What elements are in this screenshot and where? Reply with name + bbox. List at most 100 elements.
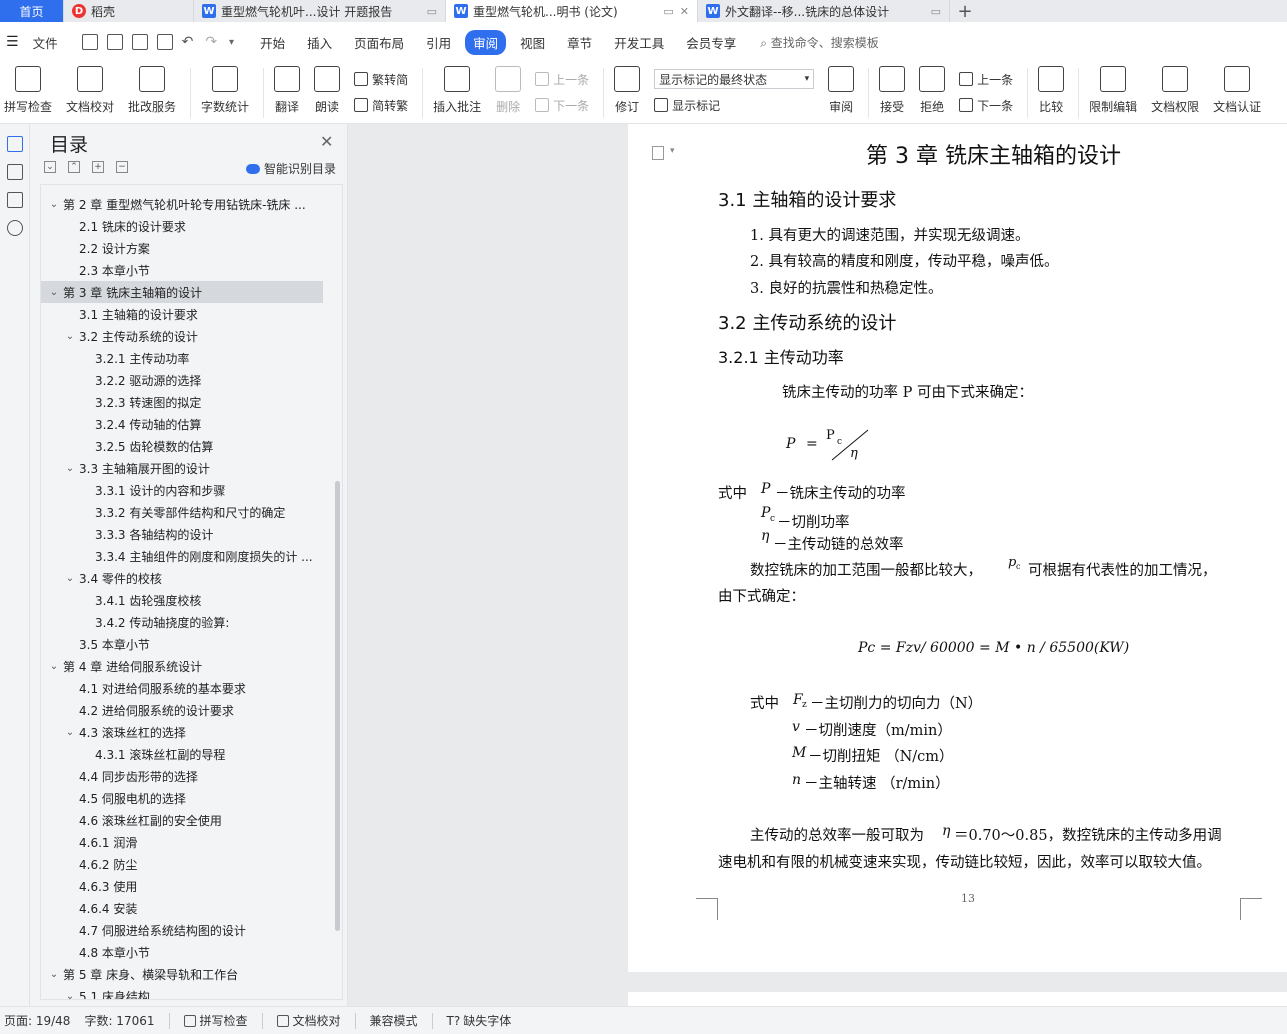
tab-document-active[interactable]: W 重型燃气轮机...明书 (论文) ▭ ✕	[446, 0, 698, 22]
toc-item[interactable]: ⌄ 第 3 章 铣床主轴箱的设计	[41, 281, 323, 303]
toc-item[interactable]: 4.6 滚珠丝杠副的安全使用	[41, 809, 323, 831]
menu-developer[interactable]: 开发工具	[606, 30, 672, 55]
insert-comment-button[interactable]: 插入批注	[433, 62, 481, 115]
expand-chevron-icon[interactable]: ⌄	[63, 727, 77, 738]
toc-item[interactable]: ⌄ 第 2 章 重型燃气轮机叶轮专用钻铣床-铣床 ...	[41, 193, 323, 215]
toc-item[interactable]: 3.2.4 传动轴的估算	[41, 413, 323, 435]
compat-mode[interactable]: 兼容模式	[370, 1012, 418, 1029]
menu-review[interactable]: 审阅	[465, 29, 507, 55]
toc-item[interactable]: 4.1 对进给伺服系统的基本要求	[41, 677, 323, 699]
doc-permission-button[interactable]: 文档权限	[1151, 62, 1199, 115]
toc-item[interactable]: 3.3.2 有关零部件结构和尺寸的确定	[41, 501, 323, 523]
status-spellcheck-button[interactable]: 拼写检查	[183, 1012, 248, 1029]
accept-button[interactable]: 接受	[879, 62, 906, 115]
tab-docer[interactable]: D 稻壳	[64, 0, 194, 22]
toc-item[interactable]: ⌄ 第 5 章 床身、横梁导轨和工作台	[41, 963, 323, 985]
next-change-button[interactable]: 下一条	[959, 92, 1013, 118]
save-icon[interactable]	[81, 34, 98, 50]
smart-toc-button[interactable]: 智能识别目录	[246, 160, 336, 177]
page-indicator[interactable]: 页面: 19/48	[4, 1012, 70, 1029]
toc-item[interactable]: 2.2 设计方案	[41, 237, 323, 259]
review-pane-button[interactable]: 审阅	[828, 62, 855, 115]
redo-icon[interactable]: ↷	[205, 34, 217, 50]
toc-item[interactable]: 4.6.1 润滑	[41, 831, 323, 853]
next-comment-button[interactable]: 下一条	[535, 92, 589, 118]
toc-item[interactable]: 2.1 铣床的设计要求	[41, 215, 323, 237]
hamburger-icon[interactable]: ☰	[6, 34, 19, 50]
remove-heading-icon[interactable]: −	[116, 161, 128, 173]
command-search[interactable]: ⌕ 查找命令、搜索模板	[760, 34, 879, 51]
toc-item[interactable]: 3.3.4 主轴组件的刚度和刚度损失的计 ...	[41, 545, 323, 567]
annotate-service-button[interactable]: 批改服务	[128, 62, 176, 115]
expand-chevron-icon[interactable]: ⌄	[47, 969, 61, 980]
close-tab-icon[interactable]: ✕	[680, 5, 689, 18]
spellcheck-button[interactable]: 拼写检查	[4, 62, 52, 115]
undo-icon[interactable]: ↶	[182, 34, 194, 50]
doc-cert-button[interactable]: 文档认证	[1213, 62, 1261, 115]
toc-item[interactable]: 4.4 同步齿形带的选择	[41, 765, 323, 787]
add-heading-icon[interactable]: +	[92, 161, 104, 173]
compare-button[interactable]: 比较	[1038, 62, 1065, 115]
missing-font-button[interactable]: T? 缺失字体	[447, 1012, 512, 1029]
toc-item[interactable]: 4.7 伺服进给系统结构图的设计	[41, 919, 323, 941]
toc-item[interactable]: ⌄ 3.4 零件的校核	[41, 567, 323, 589]
chevron-down-icon[interactable]: ▾	[229, 37, 234, 48]
close-icon[interactable]: ✕	[320, 132, 333, 151]
collapse-all-icon[interactable]: ⌃	[68, 161, 80, 173]
print-icon[interactable]	[131, 34, 148, 50]
export-icon[interactable]	[106, 34, 123, 50]
toc-item[interactable]: 3.2.5 齿轮模数的估算	[41, 435, 323, 457]
wordcount-button[interactable]: 字数统计	[201, 62, 249, 115]
toc-item[interactable]: 4.5 伺服电机的选择	[41, 787, 323, 809]
revise-button[interactable]: 修订	[614, 62, 641, 115]
toc-item[interactable]: ⌄ 3.2 主传动系统的设计	[41, 325, 323, 347]
chapter-nav-icon[interactable]	[6, 164, 23, 180]
translate-button[interactable]: 翻译	[274, 62, 301, 115]
tab-document-3[interactable]: W 外文翻译--移...铣床的总体设计 ▭	[698, 0, 950, 22]
toc-item[interactable]: 3.2.1 主传动功率	[41, 347, 323, 369]
menu-start[interactable]: 开始	[252, 30, 293, 55]
tab-screen-icon[interactable]: ▭	[931, 5, 941, 18]
toc-item[interactable]: 4.2 进给伺服系统的设计要求	[41, 699, 323, 721]
menu-layout[interactable]: 页面布局	[346, 30, 412, 55]
toc-item[interactable]: ⌄ 5.1 床身结构	[41, 985, 323, 1000]
toc-item[interactable]: 3.2.3 转速图的拟定	[41, 391, 323, 413]
restrict-edit-button[interactable]: 限制编辑	[1089, 62, 1137, 115]
menu-references[interactable]: 引用	[418, 30, 459, 55]
toc-item[interactable]: 4.6.2 防尘	[41, 853, 323, 875]
file-menu[interactable]: 文件	[25, 30, 66, 55]
toc-item[interactable]: 3.3.3 各轴结构的设计	[41, 523, 323, 545]
toc-item[interactable]: ⌄ 3.3 主轴箱展开图的设计	[41, 457, 323, 479]
toc-panel-icon[interactable]	[6, 136, 23, 152]
toc-item[interactable]: 2.3 本章小节	[41, 259, 323, 281]
expand-chevron-icon[interactable]: ⌄	[47, 287, 61, 298]
expand-chevron-icon[interactable]: ⌄	[63, 573, 77, 584]
document-viewport[interactable]: ▾ 第 3 章 铣床主轴箱的设计 3.1 主轴箱的设计要求 1. 具有更大的调速…	[348, 124, 1287, 1006]
next-page[interactable]	[628, 992, 1287, 1006]
read-aloud-button[interactable]: 朗读	[314, 62, 341, 115]
tab-screen-icon[interactable]: ▭	[663, 5, 673, 18]
delete-comment-button[interactable]: 删除	[495, 62, 522, 115]
search-icon[interactable]	[6, 220, 23, 236]
expand-chevron-icon[interactable]: ⌄	[63, 991, 77, 1000]
show-markup-button[interactable]: 显示标记	[654, 92, 814, 118]
expand-all-icon[interactable]: ⌄	[44, 161, 56, 173]
doccheck-button[interactable]: 文档校对	[66, 62, 114, 115]
expand-chevron-icon[interactable]: ⌄	[63, 463, 77, 474]
expand-chevron-icon[interactable]: ⌄	[63, 331, 77, 342]
toc-item[interactable]: 4.6.4 安装	[41, 897, 323, 919]
trad-to-simp-button[interactable]: 繁转简	[354, 66, 408, 92]
menu-member[interactable]: 会员专享	[678, 30, 744, 55]
reject-button[interactable]: 拒绝	[919, 62, 946, 115]
chevron-down-icon[interactable]: ▾	[670, 146, 675, 156]
toc-item[interactable]: ⌄ 4.3 滚珠丝杠的选择	[41, 721, 323, 743]
markup-state-select[interactable]: 显示标记的最终状态 ▾	[654, 66, 815, 92]
toc-item[interactable]: 3.1 主轴箱的设计要求	[41, 303, 323, 325]
status-doccheck-button[interactable]: 文档校对	[276, 1012, 341, 1029]
prev-comment-button[interactable]: 上一条	[535, 66, 589, 92]
toc-item[interactable]: 3.2.2 驱动源的选择	[41, 369, 323, 391]
menu-insert[interactable]: 插入	[299, 30, 340, 55]
toc-item[interactable]: 4.6.3 使用	[41, 875, 323, 897]
toc-item[interactable]: 3.5 本章小节	[41, 633, 323, 655]
toc-scrollbar[interactable]	[335, 481, 340, 931]
